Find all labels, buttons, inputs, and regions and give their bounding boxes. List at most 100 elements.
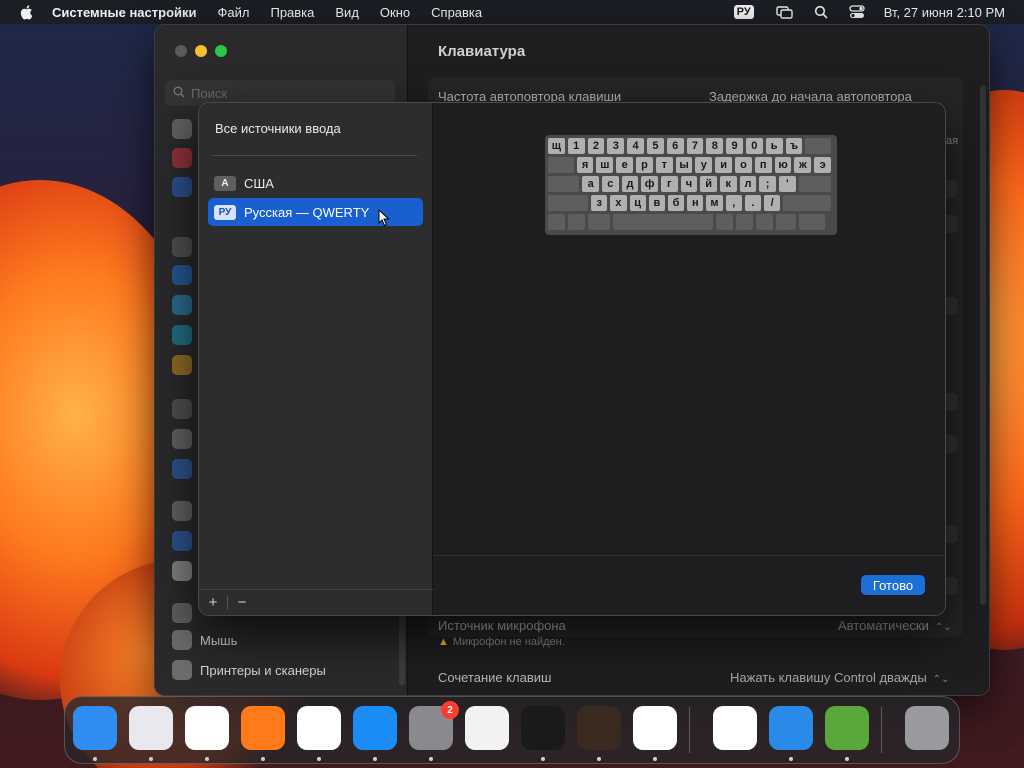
done-button[interactable]: Готово [861,575,925,595]
displays-icon[interactable] [172,265,192,285]
keyboard-key: в [648,195,665,211]
keyboard-key: х [610,195,627,211]
up-down-chevron-icon: ⌃⌄ [934,622,952,633]
battery-icon[interactable] [172,355,192,375]
running-indicator [149,757,153,761]
keyboard-key: к [719,176,737,192]
vscode-icon[interactable] [633,706,677,750]
keyboard-key: й [700,176,717,192]
add-input-source-button[interactable]: + [199,594,227,611]
menu-window[interactable]: Окно [380,5,410,20]
keyboard-key: ъ [785,138,803,154]
keyboard-key: ы [675,157,693,173]
sidebar-item-mouse[interactable]: Мышь [172,630,237,650]
input-source-us[interactable]: A США [208,169,423,197]
trash-icon[interactable] [905,706,949,750]
keyboard-key: а [582,176,600,192]
screen-mirroring-icon[interactable] [776,4,794,20]
siri-icon[interactable] [172,148,192,168]
passwords-icon[interactable] [172,501,192,521]
shortcut-popup[interactable]: Нажать клавишу Control дважды ⌃⌄ [730,670,949,685]
keyboard-key: м [706,195,723,211]
keyboard-key [548,176,580,192]
main-scrollbar[interactable] [980,85,986,605]
keyboard-key: ш [596,157,614,173]
keyboard-key: / [764,195,781,211]
keyboard-row [548,214,834,230]
sidebar-item-printers[interactable]: Принтеры и сканеры [172,660,326,680]
keyboard-key: д [621,176,639,192]
input-source-badge[interactable]: РУ [733,5,754,19]
running-indicator [205,757,209,761]
search-icon [173,86,185,101]
chrome-icon[interactable] [297,706,341,750]
spotlight-search-icon[interactable] [812,4,830,20]
search-placeholder: Поиск [191,85,228,101]
input-sources-heading: Все источники ввода [215,121,341,136]
list-edit-bar: + − [199,589,433,615]
keyboard-key: з [591,195,608,211]
system-settings-icon[interactable]: 2 [409,701,459,750]
input-sources-list-pane: Все источники ввода A США РУ Русская — Q… [199,103,433,615]
keyboard-sidebar-icon[interactable] [172,603,192,623]
minimize-window-button[interactable] [195,45,207,57]
mic-warning-text: Микрофон не найден. [452,636,565,648]
visual-studio-icon[interactable] [713,706,757,750]
keyboard-key: ф [641,176,658,192]
general-icon[interactable] [172,119,192,139]
firefox-icon[interactable] [241,706,285,750]
mic-warning: ▲ Микрофон не найден. [438,636,565,648]
dock-separator [689,707,690,753]
menu-file[interactable]: Файл [218,5,250,20]
remove-input-source-button[interactable]: − [228,594,256,611]
apple-icon[interactable] [18,3,36,21]
input-sources-sheet: Все источники ввода A США РУ Русская — Q… [198,102,946,616]
input-source-badge: A [214,175,236,191]
control-center-icon[interactable] [848,4,866,20]
sidebar-item-label: Принтеры и сканеры [200,662,326,678]
touch-id-icon[interactable] [172,429,192,449]
keyboard-key: 8 [706,138,724,154]
weather-icon[interactable] [769,706,813,750]
running-indicator [261,757,265,761]
keyboard-key: о [735,157,752,173]
lock-screen-icon[interactable] [172,399,192,419]
input-source-label: США [244,175,274,191]
garageband-icon[interactable] [577,706,621,750]
internet-accounts-icon[interactable] [172,531,192,551]
running-indicator [653,757,657,761]
menu-bar: Системные настройки Файл Правка Вид Окно… [0,0,1024,24]
game-center-icon[interactable] [172,561,192,581]
keyboard-key: э [814,157,832,173]
minecraft-icon[interactable] [825,706,869,750]
input-source-badge: РУ [214,204,236,220]
running-indicator [789,757,793,761]
menu-view[interactable]: Вид [335,5,359,20]
menu-help[interactable]: Справка [431,5,482,20]
terminal-icon[interactable] [521,706,565,750]
launchpad-icon[interactable] [129,706,173,750]
running-indicator [317,757,321,761]
finder-icon[interactable] [73,706,117,750]
keyboard-key: т [655,157,673,173]
zoom-window-button[interactable] [215,45,227,57]
input-source-russian-qwerty[interactable]: РУ Русская — QWERTY [208,198,423,226]
running-indicator [845,757,849,761]
users-groups-icon[interactable] [172,459,192,479]
keyboard-key [799,214,825,230]
safari-icon[interactable] [185,706,229,750]
close-window-button[interactable] [175,45,187,57]
textedit-icon[interactable] [465,706,509,750]
keyboard-key [548,195,589,211]
keyboard-key: щ [548,138,565,154]
mic-source-popup[interactable]: Автоматически ⌃⌄ [838,618,952,633]
wallpaper-icon[interactable] [172,295,192,315]
menu-app-name[interactable]: Системные настройки [52,5,197,20]
screen-saver-icon[interactable] [172,325,192,345]
menu-edit[interactable]: Правка [270,5,314,20]
menu-clock[interactable]: Вт, 27 июня 2:10 PM [884,5,1005,20]
privacy-icon[interactable] [172,177,192,197]
app-store-icon[interactable] [353,706,397,750]
desktop-dock-icon[interactable] [172,237,192,257]
keyboard-key: 2 [587,138,605,154]
